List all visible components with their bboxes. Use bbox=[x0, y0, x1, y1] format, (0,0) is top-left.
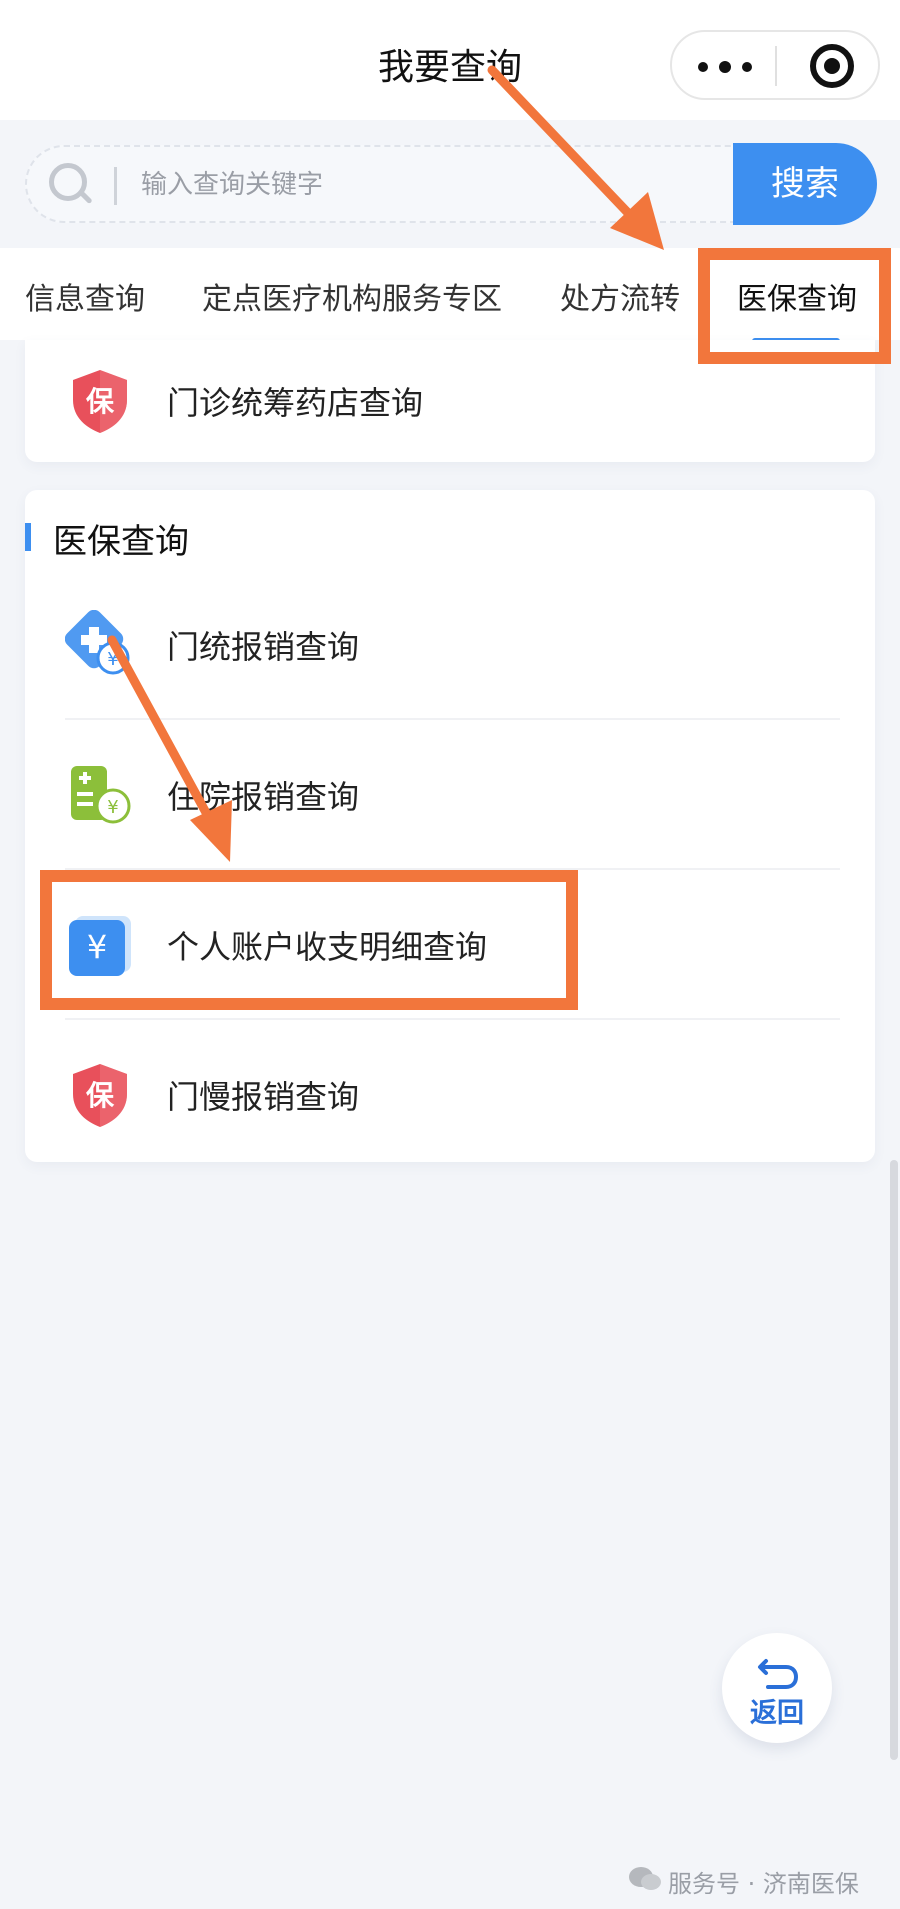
search-button[interactable]: 搜索 bbox=[733, 143, 877, 225]
annotation-highlight-account bbox=[40, 870, 578, 1010]
list-item-label: 住院报销查询 bbox=[167, 778, 360, 816]
list-item-inpatient-reimbursement[interactable]: ¥ 住院报销查询 bbox=[25, 720, 875, 870]
more-icon[interactable] bbox=[692, 42, 756, 90]
back-button-label: 返回 bbox=[750, 1698, 804, 1729]
shield-glyph: 保 bbox=[86, 385, 115, 418]
tab-designated-institutions[interactable]: 定点医疗机构服务专区 bbox=[202, 274, 502, 318]
return-arrow-icon bbox=[758, 1659, 799, 1689]
wechat-icon bbox=[629, 1867, 661, 1890]
shield-bao-icon: 保 bbox=[73, 1064, 127, 1127]
yuan-glyph: ¥ bbox=[107, 797, 118, 818]
section-title: 医保查询 bbox=[53, 522, 189, 562]
scrollbar[interactable] bbox=[890, 1160, 898, 1760]
back-button[interactable]: 返回 bbox=[722, 1633, 832, 1743]
list-item-label: 门统报销查询 bbox=[167, 628, 360, 666]
mini-program-capsule bbox=[670, 30, 880, 100]
list-item-label: 门慢报销查询 bbox=[167, 1078, 360, 1116]
annotation-highlight-tab bbox=[698, 248, 891, 364]
medical-yuan-icon: ¥ bbox=[65, 610, 130, 675]
yuan-glyph: ¥ bbox=[107, 649, 118, 670]
shield-bao-icon: 保 bbox=[73, 370, 127, 433]
close-target-icon[interactable] bbox=[810, 44, 854, 88]
tab-info-query[interactable]: 信息查询 bbox=[25, 274, 145, 318]
search-icon bbox=[49, 163, 93, 207]
list-item-label: 门诊统筹药店查询 bbox=[167, 384, 424, 422]
tab-prescription-transfer[interactable]: 处方流转 bbox=[560, 274, 680, 318]
list-item-chronic-reimbursement[interactable]: 保 门慢报销查询 bbox=[25, 1020, 875, 1170]
watermark-text: 服务号 · 济南医保 bbox=[668, 1870, 859, 1898]
insurance-query-section: 医保查询 ¥ 门统报销查询 ¥ 住院报销查询 ¥ 个人账户收支明细查询 保 门慢… bbox=[25, 490, 875, 1162]
hospital-bill-icon: ¥ bbox=[71, 766, 131, 824]
capsule-divider bbox=[775, 46, 777, 86]
section-accent-bar bbox=[25, 523, 31, 551]
search-divider bbox=[114, 167, 117, 205]
search-input[interactable] bbox=[139, 162, 613, 208]
list-item-outpatient-reimbursement[interactable]: ¥ 门统报销查询 bbox=[25, 570, 875, 720]
top-bar: 我要查询 bbox=[0, 0, 900, 120]
shield-glyph: 保 bbox=[86, 1079, 115, 1112]
